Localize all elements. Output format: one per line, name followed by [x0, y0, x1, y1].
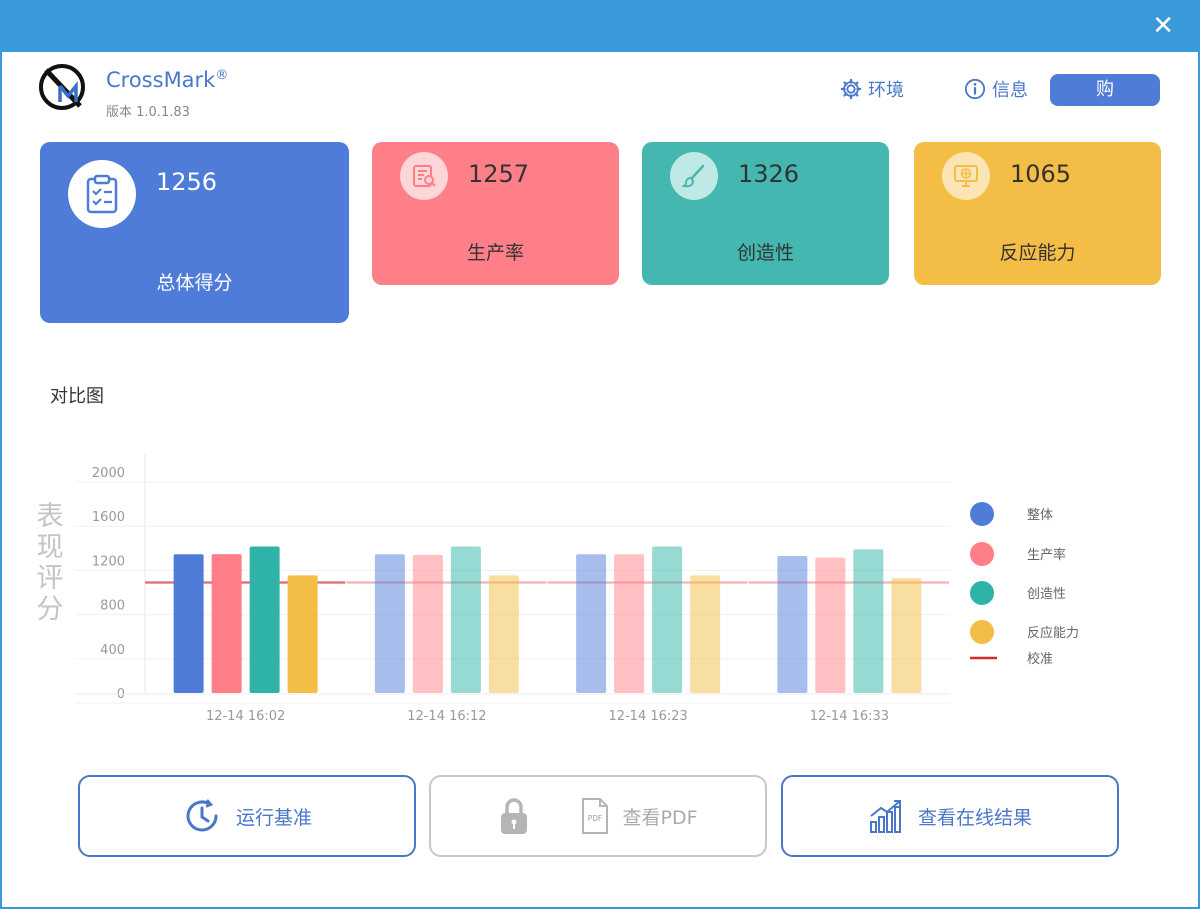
legend-swatch	[970, 620, 994, 644]
bar-1-3	[815, 557, 846, 693]
y-axis-label-char: 分	[37, 594, 64, 625]
bar-3-1	[488, 575, 519, 693]
overall-score-card: 1256 总体得分	[40, 142, 349, 323]
bar-2-3	[853, 549, 884, 693]
responsiveness-score-value: 1065	[1010, 160, 1072, 188]
window-border-left	[0, 52, 2, 909]
app-version: 版本 1.0.1.83	[106, 105, 190, 120]
x-tick-label: 12-14 16:12	[407, 709, 486, 724]
creativity-score-label: 创造性	[736, 242, 794, 264]
y-axis-label-char: 评	[37, 563, 64, 594]
clipboard-icon	[68, 160, 136, 228]
y-tick-label: 800	[100, 599, 125, 614]
y-tick-label: 400	[100, 643, 125, 658]
close-icon[interactable]: ✕	[1152, 10, 1174, 42]
responsiveness-score-label: 反应能力	[999, 242, 1076, 264]
creativity-score-card: 1326 创造性	[642, 142, 889, 285]
lock-icon	[501, 798, 528, 834]
pdf-file-icon: PDF	[582, 798, 609, 834]
info-button[interactable]: 信息	[964, 76, 1028, 102]
info-label: 信息	[992, 80, 1028, 101]
crossmark-logo-icon	[39, 64, 85, 110]
gear-icon	[840, 78, 862, 100]
responsiveness-score-card: 1065 反应能力	[914, 142, 1161, 285]
legend-swatch	[970, 542, 994, 566]
bar-2-0	[249, 546, 280, 693]
bar-3-0	[287, 575, 318, 693]
bar-3-3	[891, 578, 922, 693]
legend-label: 创造性	[1027, 587, 1066, 602]
x-tick-label: 12-14 16:33	[810, 709, 889, 724]
productivity-score-card: 1257 生产率	[372, 142, 619, 285]
clock-refresh-icon	[186, 799, 218, 832]
document-search-icon	[400, 152, 448, 200]
y-axis-label-char: 现	[37, 532, 64, 563]
bar-0-1	[374, 554, 405, 693]
y-tick-label: 2000	[92, 466, 125, 481]
environment-label: 环境	[868, 80, 904, 101]
view-online-results-button[interactable]: 查看在线结果	[781, 775, 1119, 857]
bar-chart-growth-icon	[869, 800, 901, 833]
bar-1-0	[211, 554, 242, 693]
svg-text:PDF: PDF	[588, 814, 603, 823]
view-pdf-button[interactable]: PDF 查看PDF	[429, 775, 767, 857]
bar-0-2	[576, 554, 607, 693]
x-tick-label: 12-14 16:02	[206, 709, 285, 724]
monitor-globe-icon	[942, 152, 990, 200]
bar-1-2	[614, 554, 645, 693]
bar-1-1	[412, 554, 443, 693]
legend-swatch	[970, 581, 994, 605]
legend-label: 生产率	[1027, 547, 1066, 563]
overall-score-label: 总体得分	[156, 272, 233, 294]
productivity-score-label: 生产率	[466, 242, 524, 264]
legend-label: 校准	[1027, 651, 1053, 667]
bar-3-2	[690, 575, 721, 693]
bar-0-3	[777, 555, 808, 693]
legend-swatch	[970, 502, 994, 526]
legend-label: 反应能力	[1027, 625, 1079, 641]
comparison-chart: 0400800120016002000表现评分12-14 16:02 12-14 …	[37, 454, 1079, 724]
run-benchmark-button[interactable]: 运行基准	[78, 775, 416, 857]
creativity-score-value: 1326	[738, 160, 800, 188]
overall-score-value: 1256	[156, 168, 218, 196]
view-online-results-label: 查看在线结果	[917, 806, 1032, 829]
bar-2-1	[450, 546, 481, 693]
legend-label: 整体	[1027, 508, 1053, 523]
y-axis-label-char: 表	[37, 501, 64, 532]
bar-0-0	[173, 554, 204, 693]
title-bar	[0, 0, 1200, 52]
comparison-title: 对比图	[50, 386, 104, 407]
bar-2-2	[652, 546, 683, 693]
environment-button[interactable]: 环境	[840, 76, 904, 102]
y-tick-label: 1200	[92, 554, 125, 569]
run-benchmark-label: 运行基准	[235, 806, 312, 829]
app-name: CrossMark®	[106, 68, 229, 92]
buy-button[interactable]: 购	[1050, 74, 1160, 106]
brush-icon	[670, 152, 718, 200]
y-tick-label: 1600	[92, 510, 125, 525]
view-pdf-label: 查看PDF	[622, 806, 698, 829]
productivity-score-value: 1257	[468, 160, 530, 188]
x-tick-label: 12-14 16:23	[608, 709, 687, 724]
info-icon	[964, 78, 986, 100]
